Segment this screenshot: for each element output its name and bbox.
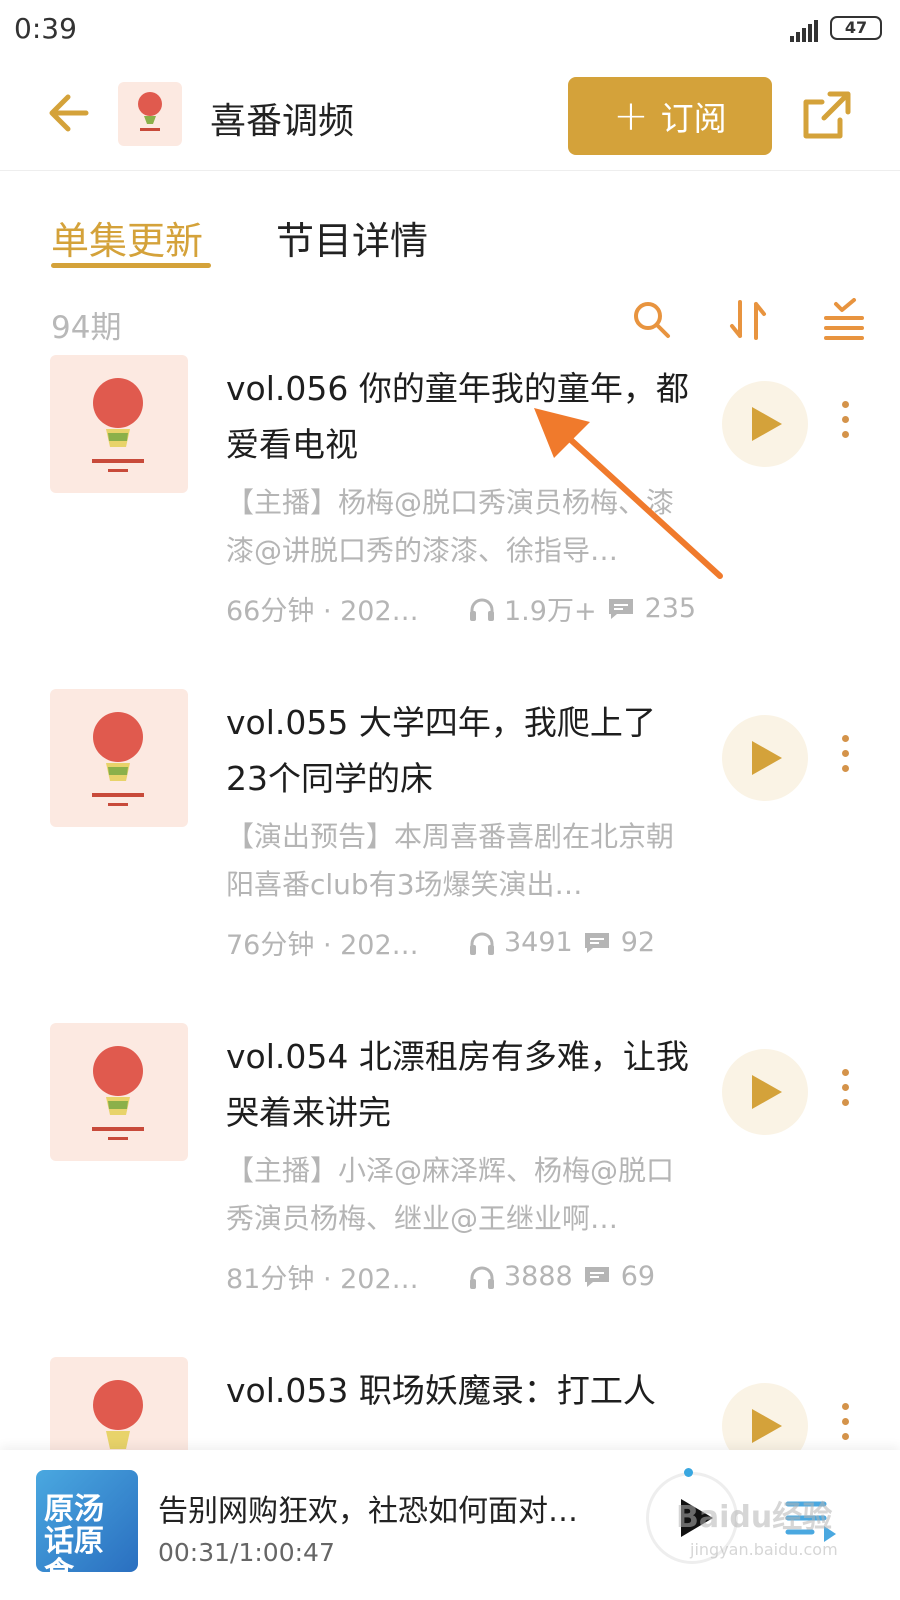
episode-meta: 81分钟 · 2022/0... 3888 69	[226, 1257, 706, 1296]
more-options-icon[interactable]	[838, 735, 852, 779]
episode-comments: 69	[620, 1261, 656, 1292]
signal-icon	[790, 20, 818, 42]
more-options-icon[interactable]	[838, 1403, 852, 1447]
subscribe-label: 订阅	[660, 99, 727, 138]
episode-play-button[interactable]	[722, 1049, 808, 1135]
episode-description: 【演出预告】本周喜番喜剧在北京朝阳喜番club有3场爆笑演出…	[226, 820, 675, 901]
balloon-logo-icon	[92, 378, 144, 472]
play-icon	[752, 1409, 782, 1443]
balloon-logo-icon	[138, 92, 162, 131]
episode-plays: 3888	[504, 1261, 573, 1292]
play-icon	[752, 1075, 782, 1109]
subscribe-button[interactable]: + 订阅	[568, 77, 772, 155]
tab-episodes[interactable]: 单集更新	[51, 210, 203, 265]
plus-icon: +	[613, 91, 649, 140]
episode-play-button[interactable]	[722, 715, 808, 801]
episode-comments: 92	[620, 927, 656, 958]
episode-play-button[interactable]	[722, 1383, 808, 1450]
share-icon[interactable]	[800, 88, 854, 142]
active-tab-indicator	[51, 263, 211, 268]
episode-title[interactable]: vol.054 北漂租房有多难，让我哭着来讲完	[226, 1029, 696, 1141]
episode-title[interactable]: vol.053 职场妖魔录：打工人	[226, 1363, 696, 1419]
comment-icon	[608, 598, 633, 619]
status-time: 0:39	[14, 12, 77, 45]
battery-icon: 47	[830, 16, 882, 40]
episode-item[interactable]: vol.054 北漂租房有多难，让我哭着来讲完 【主播】小泽@麻泽辉、杨梅@脱口…	[0, 1023, 900, 1353]
episode-item[interactable]: vol.056 你的童年我的童年，都爱看电视 【主播】杨梅@脱口秀演员杨梅、漆漆…	[0, 355, 900, 685]
progress-dot	[684, 1468, 693, 1477]
sort-icon[interactable]	[726, 298, 770, 342]
play-icon	[752, 407, 782, 441]
comment-icon	[584, 1266, 609, 1287]
headphones-icon	[470, 598, 494, 621]
annotation-arrow-icon	[534, 408, 723, 579]
tab-details[interactable]: 节目详情	[276, 210, 428, 265]
episode-duration-date: 76分钟 · 2022/0...	[226, 930, 434, 961]
comment-icon	[584, 932, 609, 953]
more-options-icon[interactable]	[838, 1069, 852, 1113]
episode-count: 94期	[51, 310, 122, 346]
balloon-logo-icon	[92, 712, 144, 806]
episode-cover	[50, 689, 188, 827]
play-icon	[752, 741, 782, 775]
mini-player-title[interactable]: 告别网购狂欢，社恐如何面对…	[158, 1486, 603, 1530]
filter-list-icon[interactable]	[822, 298, 866, 342]
headphones-icon	[470, 1266, 494, 1289]
balloon-logo-icon	[92, 1046, 144, 1140]
watermark: Baidu经验	[676, 1500, 833, 1535]
mini-player-cover: 原汤话原食	[36, 1470, 138, 1572]
podcast-title: 喜番调频	[210, 101, 355, 142]
search-icon[interactable]	[630, 298, 674, 342]
mini-player-time: 00:31/1:00:47	[158, 1538, 335, 1567]
episode-item[interactable]: vol.053 职场妖魔录：打工人	[0, 1357, 900, 1450]
more-options-icon[interactable]	[838, 401, 852, 445]
episode-cover	[50, 1023, 188, 1161]
back-arrow-icon[interactable]	[40, 88, 96, 138]
podcast-cover	[118, 82, 182, 146]
headphones-icon	[470, 932, 494, 955]
watermark-url: jingyan.baidu.com	[690, 1540, 838, 1559]
header-divider	[0, 170, 900, 171]
episode-item[interactable]: vol.055 大学四年，我爬上了23个同学的床 【演出预告】本周喜番喜剧在北京…	[0, 689, 900, 1019]
mini-player-cover-text: 原汤话原食	[44, 1492, 104, 1573]
balloon-logo-icon	[93, 1380, 143, 1449]
episode-duration-date: 66分钟 · 2022...	[226, 596, 434, 627]
episode-title[interactable]: vol.055 大学四年，我爬上了23个同学的床	[226, 695, 696, 807]
episode-meta: 76分钟 · 2022/0... 3491 92	[226, 923, 706, 962]
episode-description: 【主播】小泽@麻泽辉、杨梅@脱口秀演员杨梅、继业@王继业啊…	[226, 1154, 675, 1235]
episode-duration-date: 81分钟 · 2022/0...	[226, 1264, 434, 1295]
episode-plays: 3491	[504, 927, 573, 958]
episode-cover	[50, 1357, 188, 1450]
episode-cover	[50, 355, 188, 493]
